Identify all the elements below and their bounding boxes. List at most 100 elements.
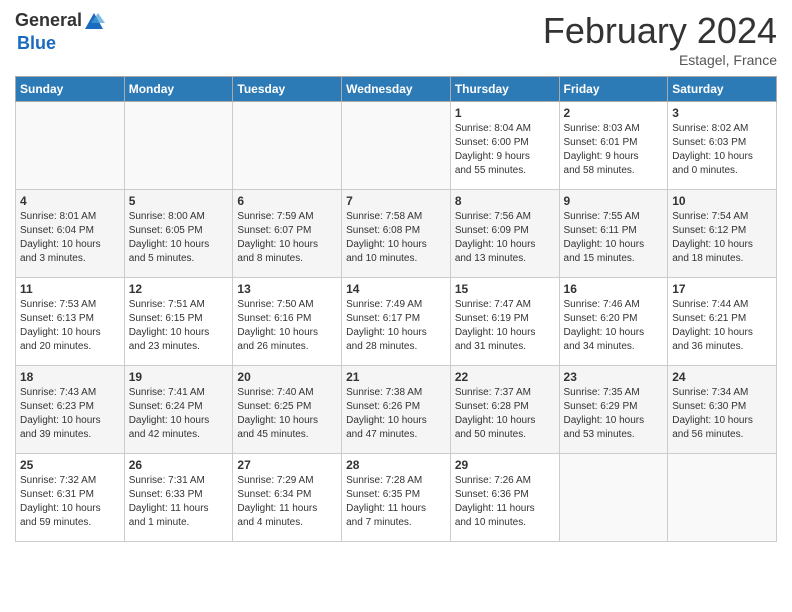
calendar-cell: 25Sunrise: 7:32 AMSunset: 6:31 PMDayligh… bbox=[16, 454, 125, 542]
day-info: Sunrise: 7:40 AMSunset: 6:25 PMDaylight:… bbox=[237, 386, 337, 442]
day-number: 26 bbox=[129, 458, 229, 472]
day-number: 16 bbox=[564, 282, 664, 296]
calendar-cell: 19 Sunrise: 7:41 AMSunset: 6:24 PMDayligh… bbox=[124, 366, 233, 454]
page-header: General Blue February 2024 Estagel, Fran… bbox=[15, 10, 777, 68]
calendar-cell: 3 Sunrise: 8:02 AMSunset: 6:03 PMDaylight… bbox=[668, 102, 777, 190]
header-saturday: Saturday bbox=[668, 77, 777, 102]
calendar-cell: 11 Sunrise: 7:53 AMSunset: 6:13 PMDayligh… bbox=[16, 278, 125, 366]
day-number: 4 bbox=[20, 194, 120, 208]
day-number: 10 bbox=[672, 194, 772, 208]
calendar-cell: 17Sunrise: 7:44 AMSunset: 6:21 PMDayligh… bbox=[668, 278, 777, 366]
day-info: Sunrise: 7:37 AMSunset: 6:28 PMDaylight:… bbox=[455, 386, 555, 442]
calendar-cell: 16 Sunrise: 7:46 AMSunset: 6:20 PMDayligh… bbox=[559, 278, 668, 366]
day-info: Sunrise: 8:04 AMSunset: 6:00 PMDaylight:… bbox=[455, 122, 555, 178]
day-info: Sunrise: 7:43 AMSunset: 6:23 PMDaylight:… bbox=[20, 386, 120, 442]
day-number: 15 bbox=[455, 282, 555, 296]
day-number: 2 bbox=[564, 106, 664, 120]
day-number: 24 bbox=[672, 370, 772, 384]
logo-text: General Blue bbox=[15, 10, 106, 54]
day-number: 21 bbox=[346, 370, 446, 384]
week-row-1: 4Sunrise: 8:01 AMSunset: 6:04 PMDaylight… bbox=[16, 190, 777, 278]
day-number: 29 bbox=[455, 458, 555, 472]
calendar-table: SundayMondayTuesdayWednesdayThursdayFrid… bbox=[15, 76, 777, 542]
calendar-body: 1Sunrise: 8:04 AMSunset: 6:00 PMDaylight… bbox=[16, 102, 777, 542]
week-row-2: 11 Sunrise: 7:53 AMSunset: 6:13 PMDayligh… bbox=[16, 278, 777, 366]
day-number: 11 bbox=[20, 282, 120, 296]
calendar-cell bbox=[342, 102, 451, 190]
calendar-cell: 18 Sunrise: 7:43 AMSunset: 6:23 PMDayligh… bbox=[16, 366, 125, 454]
header-thursday: Thursday bbox=[450, 77, 559, 102]
day-number: 6 bbox=[237, 194, 337, 208]
calendar-cell: 12 Sunrise: 7:51 AMSunset: 6:15 PMDayligh… bbox=[124, 278, 233, 366]
calendar-cell bbox=[668, 454, 777, 542]
day-info: Sunrise: 7:41 AMSunset: 6:24 PMDaylight:… bbox=[129, 386, 229, 442]
calendar-cell: 10 Sunrise: 7:54 AMSunset: 6:12 PMDayligh… bbox=[668, 190, 777, 278]
day-info: Sunrise: 7:54 AMSunset: 6:12 PMDaylight:… bbox=[672, 210, 772, 266]
day-number: 23 bbox=[564, 370, 664, 384]
day-number: 3 bbox=[672, 106, 772, 120]
day-number: 28 bbox=[346, 458, 446, 472]
day-number: 5 bbox=[129, 194, 229, 208]
calendar-cell: 24 Sunrise: 7:34 AMSunset: 6:30 PMDayligh… bbox=[668, 366, 777, 454]
day-info: Sunrise: 7:28 AMSunset: 6:35 PMDaylight:… bbox=[346, 474, 446, 530]
day-info: Sunrise: 8:00 AMSunset: 6:05 PMDaylight:… bbox=[129, 210, 229, 266]
calendar-cell: 26 Sunrise: 7:31 AMSunset: 6:33 PMDayligh… bbox=[124, 454, 233, 542]
day-info: Sunrise: 7:46 AMSunset: 6:20 PMDaylight:… bbox=[564, 298, 664, 354]
day-info: Sunrise: 7:32 AMSunset: 6:31 PMDaylight:… bbox=[20, 474, 120, 530]
day-number: 14 bbox=[346, 282, 446, 296]
calendar-cell: 27Sunrise: 7:29 AMSunset: 6:34 PMDayligh… bbox=[233, 454, 342, 542]
day-info: Sunrise: 7:35 AMSunset: 6:29 PMDaylight:… bbox=[564, 386, 664, 442]
logo: General Blue bbox=[15, 10, 106, 54]
calendar-cell bbox=[16, 102, 125, 190]
day-number: 8 bbox=[455, 194, 555, 208]
day-number: 20 bbox=[237, 370, 337, 384]
day-info: Sunrise: 7:51 AMSunset: 6:15 PMDaylight:… bbox=[129, 298, 229, 354]
calendar-cell: 21 Sunrise: 7:38 AMSunset: 6:26 PMDayligh… bbox=[342, 366, 451, 454]
logo-icon bbox=[83, 11, 105, 33]
day-info: Sunrise: 7:34 AMSunset: 6:30 PMDaylight:… bbox=[672, 386, 772, 442]
header-friday: Friday bbox=[559, 77, 668, 102]
week-row-0: 1Sunrise: 8:04 AMSunset: 6:00 PMDaylight… bbox=[16, 102, 777, 190]
calendar-cell: 22Sunrise: 7:37 AMSunset: 6:28 PMDayligh… bbox=[450, 366, 559, 454]
calendar-cell: 29 Sunrise: 7:26 AMSunset: 6:36 PMDayligh… bbox=[450, 454, 559, 542]
calendar-cell: 28 Sunrise: 7:28 AMSunset: 6:35 PMDayligh… bbox=[342, 454, 451, 542]
day-info: Sunrise: 7:50 AMSunset: 6:16 PMDaylight:… bbox=[237, 298, 337, 354]
day-number: 17 bbox=[672, 282, 772, 296]
calendar-cell: 8Sunrise: 7:56 AMSunset: 6:09 PMDaylight… bbox=[450, 190, 559, 278]
day-info: Sunrise: 7:49 AMSunset: 6:17 PMDaylight:… bbox=[346, 298, 446, 354]
header-sunday: Sunday bbox=[16, 77, 125, 102]
header-monday: Monday bbox=[124, 77, 233, 102]
day-number: 7 bbox=[346, 194, 446, 208]
day-info: Sunrise: 8:02 AMSunset: 6:03 PMDaylight:… bbox=[672, 122, 772, 178]
day-info: Sunrise: 7:47 AMSunset: 6:19 PMDaylight:… bbox=[455, 298, 555, 354]
day-info: Sunrise: 7:29 AMSunset: 6:34 PMDaylight:… bbox=[237, 474, 337, 530]
calendar-cell: 6Sunrise: 7:59 AMSunset: 6:07 PMDaylight… bbox=[233, 190, 342, 278]
calendar-cell bbox=[233, 102, 342, 190]
calendar-cell: 13 Sunrise: 7:50 AMSunset: 6:16 PMDayligh… bbox=[233, 278, 342, 366]
calendar-cell: 1Sunrise: 8:04 AMSunset: 6:00 PMDaylight… bbox=[450, 102, 559, 190]
calendar-cell: 2 Sunrise: 8:03 AMSunset: 6:01 PMDaylight… bbox=[559, 102, 668, 190]
calendar-cell: 9Sunrise: 7:55 AMSunset: 6:11 PMDaylight… bbox=[559, 190, 668, 278]
calendar-cell: 14 Sunrise: 7:49 AMSunset: 6:17 PMDayligh… bbox=[342, 278, 451, 366]
title-block: February 2024 Estagel, France bbox=[543, 10, 777, 68]
day-number: 13 bbox=[237, 282, 337, 296]
header-row: SundayMondayTuesdayWednesdayThursdayFrid… bbox=[16, 77, 777, 102]
calendar-cell bbox=[124, 102, 233, 190]
day-number: 19 bbox=[129, 370, 229, 384]
day-info: Sunrise: 8:03 AMSunset: 6:01 PMDaylight:… bbox=[564, 122, 664, 178]
day-number: 12 bbox=[129, 282, 229, 296]
day-number: 18 bbox=[20, 370, 120, 384]
day-info: Sunrise: 7:53 AMSunset: 6:13 PMDaylight:… bbox=[20, 298, 120, 354]
calendar-cell: 20 Sunrise: 7:40 AMSunset: 6:25 PMDayligh… bbox=[233, 366, 342, 454]
day-info: Sunrise: 7:38 AMSunset: 6:26 PMDaylight:… bbox=[346, 386, 446, 442]
calendar-cell: 4Sunrise: 8:01 AMSunset: 6:04 PMDaylight… bbox=[16, 190, 125, 278]
location-title: Estagel, France bbox=[543, 52, 777, 68]
logo-general: General bbox=[15, 10, 82, 30]
header-tuesday: Tuesday bbox=[233, 77, 342, 102]
logo-blue: Blue bbox=[17, 33, 56, 53]
day-info: Sunrise: 7:26 AMSunset: 6:36 PMDaylight:… bbox=[455, 474, 555, 530]
day-info: Sunrise: 7:31 AMSunset: 6:33 PMDaylight:… bbox=[129, 474, 229, 530]
header-wednesday: Wednesday bbox=[342, 77, 451, 102]
week-row-4: 25Sunrise: 7:32 AMSunset: 6:31 PMDayligh… bbox=[16, 454, 777, 542]
calendar-cell bbox=[559, 454, 668, 542]
